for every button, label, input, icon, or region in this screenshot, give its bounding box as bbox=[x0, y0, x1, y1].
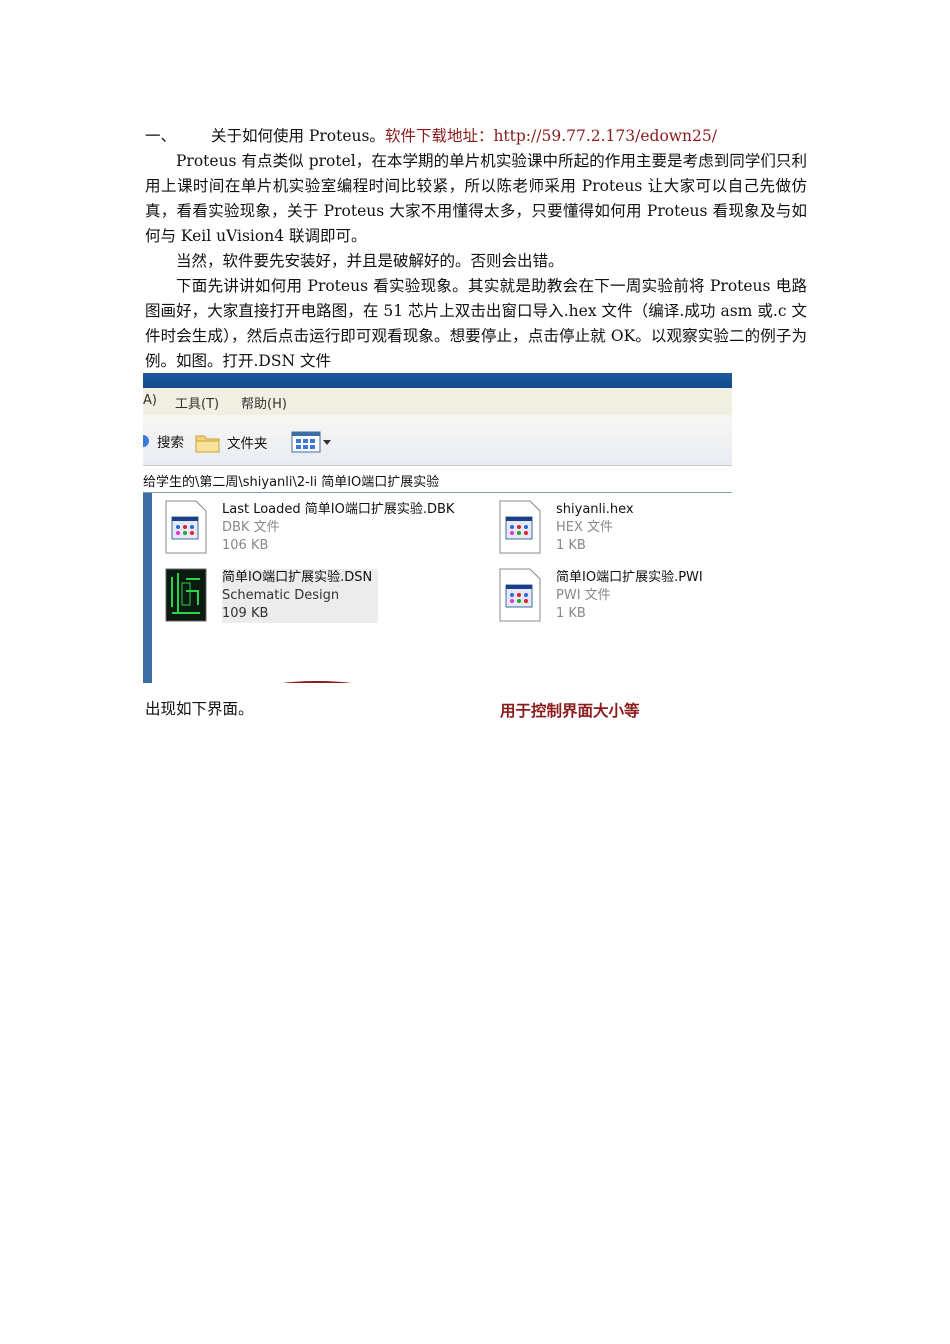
body-text: Proteus 有点类似 protel，在本学期的单片机实验课中所起的作用主要是… bbox=[145, 149, 807, 374]
file-name: shiyanli.hex bbox=[556, 502, 634, 517]
menu-item-help[interactable]: 帮助(H) bbox=[241, 393, 287, 412]
file-type: Schematic Design bbox=[222, 588, 340, 603]
caption-appears: 出现如下界面。 bbox=[145, 700, 254, 718]
file-size: 109 KB bbox=[222, 606, 269, 621]
paragraph-install: 当然，软件要先安装好，并且是破解好的。否则会出错。 bbox=[176, 252, 564, 270]
file-list: Last Loaded 简单IO端口扩展实验.DBK DBK 文件 106 KB… bbox=[152, 493, 732, 683]
highlight-ellipse bbox=[207, 681, 427, 683]
schematic-file-icon bbox=[165, 568, 207, 622]
paragraph-howto: 下面先讲讲如何用 Proteus 看实验现象。其实就是助教会在下一周实验前将 P… bbox=[145, 277, 807, 370]
side-pane bbox=[143, 493, 152, 683]
views-button[interactable] bbox=[291, 431, 333, 453]
download-link[interactable]: 软件下载地址：http://59.77.2.173/edown25/ bbox=[385, 127, 717, 145]
section-title: 关于如何使用 Proteus。 bbox=[211, 127, 385, 145]
section-number: 一、 bbox=[145, 127, 177, 145]
folders-button[interactable]: 文件夹 bbox=[195, 431, 268, 453]
chevron-down-icon bbox=[323, 440, 331, 445]
file-name: Last Loaded 简单IO端口扩展实验.DBK bbox=[222, 502, 455, 517]
file-item-dsn[interactable]: 简单IO端口扩展实验.DSN Schematic Design 109 KB bbox=[222, 569, 379, 623]
paragraph-intro: Proteus 有点类似 protel，在本学期的单片机实验课中所起的作用主要是… bbox=[145, 152, 807, 245]
file-size: 1 KB bbox=[556, 538, 586, 553]
file-item-pwi[interactable]: 简单IO端口扩展实验.PWI PWI 文件 1 KB bbox=[556, 569, 703, 623]
section-heading: 一、 关于如何使用 Proteus。软件下载地址：http://59.77.2.1… bbox=[145, 124, 717, 149]
toolbar: 搜索 文件夹 bbox=[143, 415, 732, 466]
explorer-screenshot: A) 工具(T) 帮助(H) 搜索 文件夹 给学生的\第二周\shiyanli\… bbox=[143, 373, 732, 683]
search-button[interactable]: 搜索 bbox=[143, 431, 184, 451]
menu-bar: A) 工具(T) 帮助(H) bbox=[143, 388, 732, 415]
folder-icon bbox=[195, 435, 220, 453]
menu-item-edit[interactable]: A) bbox=[143, 393, 157, 408]
caption-control-size: 用于控制界面大小等 bbox=[500, 702, 640, 720]
file-type: DBK 文件 bbox=[222, 520, 280, 535]
hex-file-icon bbox=[499, 500, 541, 554]
search-label: 搜索 bbox=[157, 435, 184, 451]
views-icon bbox=[291, 431, 331, 453]
file-type: PWI 文件 bbox=[556, 588, 611, 603]
file-item-hex[interactable]: shiyanli.hex HEX 文件 1 KB bbox=[556, 501, 634, 555]
address-path: 给学生的\第二周\shiyanli\2-li 简单IO端口扩展实验 bbox=[143, 475, 440, 490]
menu-item-tools[interactable]: 工具(T) bbox=[175, 393, 219, 412]
pwi-file-icon bbox=[499, 568, 541, 622]
search-icon bbox=[143, 435, 149, 447]
window-titlebar bbox=[143, 373, 732, 388]
address-bar[interactable]: 给学生的\第二周\shiyanli\2-li 简单IO端口扩展实验 bbox=[143, 466, 732, 494]
file-size: 106 KB bbox=[222, 538, 269, 553]
file-name: 简单IO端口扩展实验.DSN bbox=[222, 570, 373, 585]
folders-label: 文件夹 bbox=[227, 436, 268, 452]
dbk-file-icon bbox=[165, 500, 207, 554]
file-size: 1 KB bbox=[556, 606, 586, 621]
file-name: 简单IO端口扩展实验.PWI bbox=[556, 570, 703, 585]
file-item-dbk[interactable]: Last Loaded 简单IO端口扩展实验.DBK DBK 文件 106 KB bbox=[222, 501, 454, 555]
file-type: HEX 文件 bbox=[556, 520, 614, 535]
